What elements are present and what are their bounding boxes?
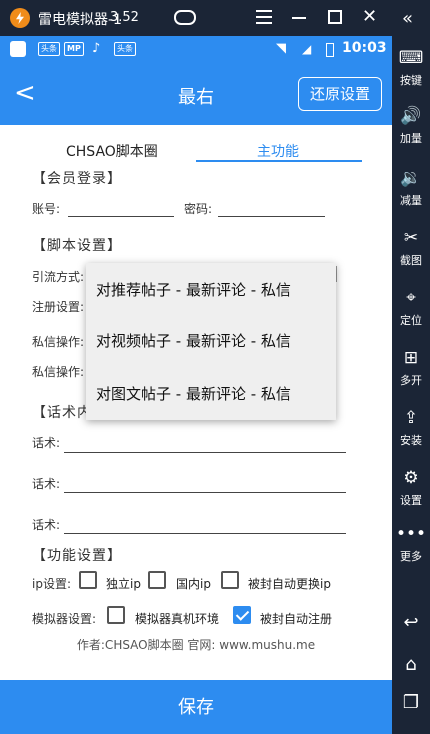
emulator-setting-label: 模拟器设置: bbox=[32, 612, 97, 626]
dm-action-label-2: 私信操作: bbox=[32, 365, 85, 379]
password-underline bbox=[218, 216, 325, 217]
maximize-icon[interactable] bbox=[328, 10, 342, 24]
gear-icon: ⚙ bbox=[403, 468, 419, 488]
dropdown-option-recommended[interactable]: 对推荐帖子 - 最新评论 - 私信 bbox=[96, 279, 291, 300]
section-member-login: 【会员登录】 bbox=[32, 171, 122, 187]
toolbar-screenshot[interactable]: ✂ 截图 bbox=[392, 226, 430, 268]
auto-register-label: 被封自动注册 bbox=[260, 612, 333, 626]
dropdown-option-image-text[interactable]: 对图文帖子 - 最新评论 - 私信 bbox=[96, 383, 291, 404]
talk-underline-1 bbox=[64, 452, 346, 453]
toolbar-label: 设置 bbox=[400, 494, 422, 507]
auto-register-checkbox[interactable] bbox=[233, 606, 251, 624]
signal-icon: ◢ bbox=[302, 42, 312, 56]
keyboard-icon: ⌨ bbox=[398, 48, 424, 68]
independent-ip-label: 独立ip bbox=[106, 577, 141, 591]
toolbar-more[interactable]: ••• 更多 bbox=[392, 522, 430, 564]
toolbar-install-apk[interactable]: ⇪ 安装 bbox=[392, 406, 430, 448]
independent-ip-checkbox[interactable] bbox=[79, 571, 97, 589]
apk-install-icon: ⇪ bbox=[403, 408, 419, 428]
talk-label-2: 话术: bbox=[32, 477, 61, 491]
save-button[interactable]: 保存 bbox=[0, 680, 392, 734]
domestic-ip-label: 国内ip bbox=[176, 577, 211, 591]
tiktok-icon: ♪ bbox=[92, 41, 101, 56]
restore-settings-button[interactable]: 还原设置 bbox=[298, 77, 382, 111]
real-device-env-checkbox[interactable] bbox=[107, 606, 125, 624]
real-device-env-label: 模拟器真机环境 bbox=[135, 612, 220, 626]
wifi-icon: ◥ bbox=[276, 41, 286, 56]
minimize-icon[interactable] bbox=[292, 17, 306, 19]
toolbar-location[interactable]: ⌖ 定位 bbox=[392, 286, 430, 328]
recents-icon[interactable]: ❐ bbox=[392, 692, 430, 713]
toolbar-label: 安装 bbox=[400, 434, 422, 447]
author-credit: 作者:CHSAO脚本圈 官网: www.mushu.me bbox=[76, 638, 316, 652]
account-label: 账号: bbox=[32, 202, 61, 216]
battery-icon bbox=[326, 43, 334, 57]
emulator-version: 3.52 bbox=[110, 10, 139, 25]
domestic-ip-checkbox[interactable] bbox=[148, 571, 166, 589]
home-icon[interactable]: ⌂ bbox=[392, 654, 430, 675]
toolbar-label: 多开 bbox=[400, 374, 422, 387]
menu-icon[interactable] bbox=[256, 10, 272, 24]
toolbar-label: 定位 bbox=[400, 314, 422, 327]
gamepad-icon[interactable] bbox=[174, 10, 196, 25]
multi-instance-icon: ⊞ bbox=[403, 348, 419, 368]
tab-bar: CHSAO脚本圈 主功能 bbox=[0, 141, 392, 167]
close-icon[interactable]: ✕ bbox=[362, 8, 377, 26]
talk-underline-2 bbox=[64, 492, 346, 493]
toolbar-label: 截图 bbox=[400, 254, 422, 267]
section-talk-content: 【话术内 bbox=[32, 405, 92, 421]
toolbar-label: 减量 bbox=[400, 194, 422, 207]
auto-change-ip-checkbox[interactable] bbox=[221, 571, 239, 589]
ldplayer-logo-icon bbox=[10, 8, 30, 28]
emulator-window: 雷电模拟器-1 3.52 ✕ « ⌨ 按键 🔊 加量 🔉 减量 ✂ 截图 ⌖ 定… bbox=[0, 0, 430, 734]
volume-down-icon: 🔉 bbox=[400, 168, 422, 188]
dm-action-label: 私信操作: bbox=[32, 335, 85, 349]
scissors-icon: ✂ bbox=[403, 228, 419, 248]
tab-main-function[interactable]: 主功能 bbox=[257, 141, 299, 161]
toolbar-label: 按键 bbox=[400, 74, 422, 87]
password-label: 密码: bbox=[184, 202, 213, 216]
active-tab-indicator bbox=[196, 160, 362, 162]
traffic-mode-label: 引流方式: bbox=[32, 270, 85, 284]
register-setting-label: 注册设置: bbox=[32, 300, 85, 314]
emulator-toolbar: « ⌨ 按键 🔊 加量 🔉 减量 ✂ 截图 ⌖ 定位 ⊞ 多开 ⇪ 安装 ⚙ 设… bbox=[392, 0, 430, 734]
talk-underline-3 bbox=[64, 533, 346, 534]
password-input[interactable] bbox=[218, 196, 325, 216]
traffic-mode-dropdown: 对推荐帖子 - 最新评论 - 私信 对视频帖子 - 最新评论 - 私信 对图文帖… bbox=[86, 263, 336, 420]
toolbar-volume-down[interactable]: 🔉 减量 bbox=[392, 166, 430, 208]
dropdown-option-video[interactable]: 对视频帖子 - 最新评论 - 私信 bbox=[96, 330, 291, 351]
mp-badge-icon: MP bbox=[64, 42, 84, 56]
back-icon[interactable]: ↩ bbox=[392, 612, 430, 633]
toutiao-badge: 头条 bbox=[38, 42, 60, 56]
toolbar-label: 加量 bbox=[400, 132, 422, 145]
ip-setting-label: ip设置: bbox=[32, 577, 71, 591]
toolbar-multi-instance[interactable]: ⊞ 多开 bbox=[392, 346, 430, 388]
talk-input-2[interactable] bbox=[64, 472, 346, 492]
talk-label-3: 话术: bbox=[32, 518, 61, 532]
section-function-settings: 【功能设置】 bbox=[32, 548, 122, 564]
toutiao-badge: 头条 bbox=[114, 42, 136, 56]
account-input[interactable] bbox=[68, 196, 174, 216]
toolbar-volume-up[interactable]: 🔊 加量 bbox=[392, 104, 430, 146]
toolbar-keyboard[interactable]: ⌨ 按键 bbox=[392, 46, 430, 88]
talk-input-3[interactable] bbox=[64, 513, 346, 533]
emulator-title-bar: 雷电模拟器-1 3.52 ✕ bbox=[0, 0, 392, 36]
collapse-toolbar-icon[interactable]: « bbox=[402, 8, 413, 29]
toolbar-label: 更多 bbox=[400, 550, 422, 563]
tab-chsao[interactable]: CHSAO脚本圈 bbox=[66, 141, 158, 161]
volume-up-icon: 🔊 bbox=[400, 106, 422, 126]
talk-label-1: 话术: bbox=[32, 436, 61, 450]
auto-change-ip-label: 被封自动更换ip bbox=[248, 577, 331, 591]
location-icon: ⌖ bbox=[406, 288, 416, 308]
app-bar: < 最右 还原设置 bbox=[0, 63, 392, 125]
clock: 10:03 bbox=[342, 40, 387, 56]
android-status-bar: 头条 MP ♪ 头条 ◥ ◢ 10:03 bbox=[0, 36, 392, 63]
talk-input-1[interactable] bbox=[64, 432, 346, 452]
notification-app-icon bbox=[10, 41, 26, 57]
section-script-settings: 【脚本设置】 bbox=[32, 238, 122, 254]
phone-screen: 头条 MP ♪ 头条 ◥ ◢ 10:03 < 最右 还原设置 CHSAO脚本圈 … bbox=[0, 36, 392, 734]
more-icon: ••• bbox=[395, 524, 427, 544]
toolbar-settings[interactable]: ⚙ 设置 bbox=[392, 466, 430, 508]
account-underline bbox=[68, 216, 174, 217]
